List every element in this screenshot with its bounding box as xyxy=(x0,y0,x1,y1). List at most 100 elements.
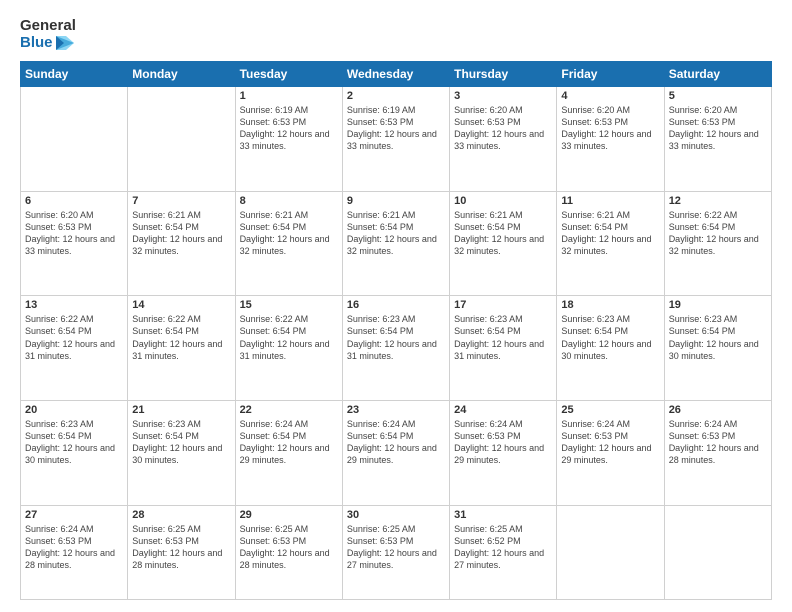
weekday-header-monday: Monday xyxy=(128,62,235,87)
day-number: 14 xyxy=(132,299,230,311)
calendar-cell: 25 Sunrise: 6:24 AM Sunset: 6:53 PM Dayli… xyxy=(557,400,664,505)
day-info: Sunrise: 6:24 AM Sunset: 6:54 PM Dayligh… xyxy=(347,418,445,467)
day-number: 18 xyxy=(561,299,659,311)
calendar-cell: 7 Sunrise: 6:21 AM Sunset: 6:54 PM Daylig… xyxy=(128,191,235,296)
header: General Blue xyxy=(20,18,772,51)
day-number: 10 xyxy=(454,195,552,207)
day-number: 31 xyxy=(454,509,552,521)
calendar-cell: 1Sunrise: 6:19 AM Sunset: 6:53 PM Daylig… xyxy=(235,87,342,192)
day-info: Sunrise: 6:22 AM Sunset: 6:54 PM Dayligh… xyxy=(132,313,230,362)
logo-blue: Blue xyxy=(20,35,53,52)
calendar-week-row: 20 Sunrise: 6:23 AM Sunset: 6:54 PM Dayli… xyxy=(21,400,772,505)
calendar-cell: 18 Sunrise: 6:23 AM Sunset: 6:54 PM Dayli… xyxy=(557,296,664,401)
day-info: Sunrise: 6:24 AM Sunset: 6:53 PM Dayligh… xyxy=(669,418,767,467)
logo: General Blue xyxy=(20,18,76,51)
day-number: 5 xyxy=(669,90,767,102)
day-number: 7 xyxy=(132,195,230,207)
calendar-cell: 27Sunrise: 6:24 AM Sunset: 6:53 PM Dayli… xyxy=(21,505,128,599)
calendar-cell: 6 Sunrise: 6:20 AM Sunset: 6:53 PM Daylig… xyxy=(21,191,128,296)
calendar-cell: 19 Sunrise: 6:23 AM Sunset: 6:54 PM Dayli… xyxy=(664,296,771,401)
calendar-cell: 8 Sunrise: 6:21 AM Sunset: 6:54 PM Daylig… xyxy=(235,191,342,296)
logo-general: General xyxy=(20,18,76,35)
day-number: 15 xyxy=(240,299,338,311)
day-info: Sunrise: 6:23 AM Sunset: 6:54 PM Dayligh… xyxy=(561,313,659,362)
day-info: Sunrise: 6:21 AM Sunset: 6:54 PM Dayligh… xyxy=(240,209,338,258)
day-info: Sunrise: 6:19 AM Sunset: 6:53 PM Dayligh… xyxy=(347,104,445,153)
calendar-cell: 16Sunrise: 6:23 AM Sunset: 6:54 PM Dayli… xyxy=(342,296,449,401)
calendar-cell: 10 Sunrise: 6:21 AM Sunset: 6:54 PM Dayli… xyxy=(450,191,557,296)
calendar-cell xyxy=(664,505,771,599)
calendar-cell: 20 Sunrise: 6:23 AM Sunset: 6:54 PM Dayli… xyxy=(21,400,128,505)
day-info: Sunrise: 6:20 AM Sunset: 6:53 PM Dayligh… xyxy=(454,104,552,153)
calendar-cell: 12Sunrise: 6:22 AM Sunset: 6:54 PM Dayli… xyxy=(664,191,771,296)
day-info: Sunrise: 6:24 AM Sunset: 6:53 PM Dayligh… xyxy=(25,523,123,572)
calendar-cell: 3 Sunrise: 6:20 AM Sunset: 6:53 PM Daylig… xyxy=(450,87,557,192)
calendar-cell: 24Sunrise: 6:24 AM Sunset: 6:53 PM Dayli… xyxy=(450,400,557,505)
page: General Blue SundayMondayTuesdayWednesda… xyxy=(0,0,792,612)
calendar-cell xyxy=(21,87,128,192)
day-number: 19 xyxy=(669,299,767,311)
day-number: 8 xyxy=(240,195,338,207)
calendar-cell: 29 Sunrise: 6:25 AM Sunset: 6:53 PM Dayli… xyxy=(235,505,342,599)
weekday-header-tuesday: Tuesday xyxy=(235,62,342,87)
day-info: Sunrise: 6:25 AM Sunset: 6:53 PM Dayligh… xyxy=(240,523,338,572)
day-info: Sunrise: 6:21 AM Sunset: 6:54 PM Dayligh… xyxy=(561,209,659,258)
calendar-week-row: 1Sunrise: 6:19 AM Sunset: 6:53 PM Daylig… xyxy=(21,87,772,192)
calendar-week-row: 6 Sunrise: 6:20 AM Sunset: 6:53 PM Daylig… xyxy=(21,191,772,296)
calendar-week-row: 27Sunrise: 6:24 AM Sunset: 6:53 PM Dayli… xyxy=(21,505,772,599)
day-number: 21 xyxy=(132,404,230,416)
calendar-cell xyxy=(557,505,664,599)
day-info: Sunrise: 6:21 AM Sunset: 6:54 PM Dayligh… xyxy=(454,209,552,258)
day-number: 30 xyxy=(347,509,445,521)
calendar-table: SundayMondayTuesdayWednesdayThursdayFrid… xyxy=(20,61,772,600)
day-info: Sunrise: 6:25 AM Sunset: 6:53 PM Dayligh… xyxy=(347,523,445,572)
day-info: Sunrise: 6:23 AM Sunset: 6:54 PM Dayligh… xyxy=(25,418,123,467)
day-number: 2 xyxy=(347,90,445,102)
logo-container: General Blue xyxy=(20,18,76,51)
weekday-header-friday: Friday xyxy=(557,62,664,87)
day-number: 13 xyxy=(25,299,123,311)
day-number: 23 xyxy=(347,404,445,416)
day-number: 24 xyxy=(454,404,552,416)
day-info: Sunrise: 6:24 AM Sunset: 6:53 PM Dayligh… xyxy=(561,418,659,467)
weekday-header-sunday: Sunday xyxy=(21,62,128,87)
day-info: Sunrise: 6:21 AM Sunset: 6:54 PM Dayligh… xyxy=(132,209,230,258)
day-info: Sunrise: 6:21 AM Sunset: 6:54 PM Dayligh… xyxy=(347,209,445,258)
calendar-cell: 30 Sunrise: 6:25 AM Sunset: 6:53 PM Dayli… xyxy=(342,505,449,599)
calendar-cell: 14 Sunrise: 6:22 AM Sunset: 6:54 PM Dayli… xyxy=(128,296,235,401)
calendar-cell xyxy=(128,87,235,192)
day-number: 20 xyxy=(25,404,123,416)
day-number: 12 xyxy=(669,195,767,207)
day-number: 17 xyxy=(454,299,552,311)
day-info: Sunrise: 6:20 AM Sunset: 6:53 PM Dayligh… xyxy=(669,104,767,153)
calendar-cell: 17 Sunrise: 6:23 AM Sunset: 6:54 PM Dayli… xyxy=(450,296,557,401)
day-info: Sunrise: 6:20 AM Sunset: 6:53 PM Dayligh… xyxy=(25,209,123,258)
day-number: 16 xyxy=(347,299,445,311)
day-number: 9 xyxy=(347,195,445,207)
day-number: 29 xyxy=(240,509,338,521)
calendar-cell: 23 Sunrise: 6:24 AM Sunset: 6:54 PM Dayli… xyxy=(342,400,449,505)
day-info: Sunrise: 6:23 AM Sunset: 6:54 PM Dayligh… xyxy=(132,418,230,467)
calendar-cell: 11Sunrise: 6:21 AM Sunset: 6:54 PM Dayli… xyxy=(557,191,664,296)
day-number: 22 xyxy=(240,404,338,416)
calendar-cell: 15 Sunrise: 6:22 AM Sunset: 6:54 PM Dayli… xyxy=(235,296,342,401)
day-number: 26 xyxy=(669,404,767,416)
calendar-cell: 31Sunrise: 6:25 AM Sunset: 6:52 PM Dayli… xyxy=(450,505,557,599)
calendar-cell: 22 Sunrise: 6:24 AM Sunset: 6:54 PM Dayli… xyxy=(235,400,342,505)
day-info: Sunrise: 6:22 AM Sunset: 6:54 PM Dayligh… xyxy=(240,313,338,362)
day-info: Sunrise: 6:25 AM Sunset: 6:53 PM Dayligh… xyxy=(132,523,230,572)
day-number: 4 xyxy=(561,90,659,102)
calendar-cell: 5 Sunrise: 6:20 AM Sunset: 6:53 PM Daylig… xyxy=(664,87,771,192)
weekday-header-row: SundayMondayTuesdayWednesdayThursdayFrid… xyxy=(21,62,772,87)
day-number: 6 xyxy=(25,195,123,207)
day-number: 28 xyxy=(132,509,230,521)
day-info: Sunrise: 6:23 AM Sunset: 6:54 PM Dayligh… xyxy=(669,313,767,362)
calendar-cell: 2 Sunrise: 6:19 AM Sunset: 6:53 PM Daylig… xyxy=(342,87,449,192)
calendar-cell: 26 Sunrise: 6:24 AM Sunset: 6:53 PM Dayli… xyxy=(664,400,771,505)
calendar-week-row: 13 Sunrise: 6:22 AM Sunset: 6:54 PM Dayli… xyxy=(21,296,772,401)
day-number: 25 xyxy=(561,404,659,416)
day-info: Sunrise: 6:23 AM Sunset: 6:54 PM Dayligh… xyxy=(454,313,552,362)
calendar-cell: 4Sunrise: 6:20 AM Sunset: 6:53 PM Daylig… xyxy=(557,87,664,192)
day-info: Sunrise: 6:24 AM Sunset: 6:54 PM Dayligh… xyxy=(240,418,338,467)
day-number: 3 xyxy=(454,90,552,102)
